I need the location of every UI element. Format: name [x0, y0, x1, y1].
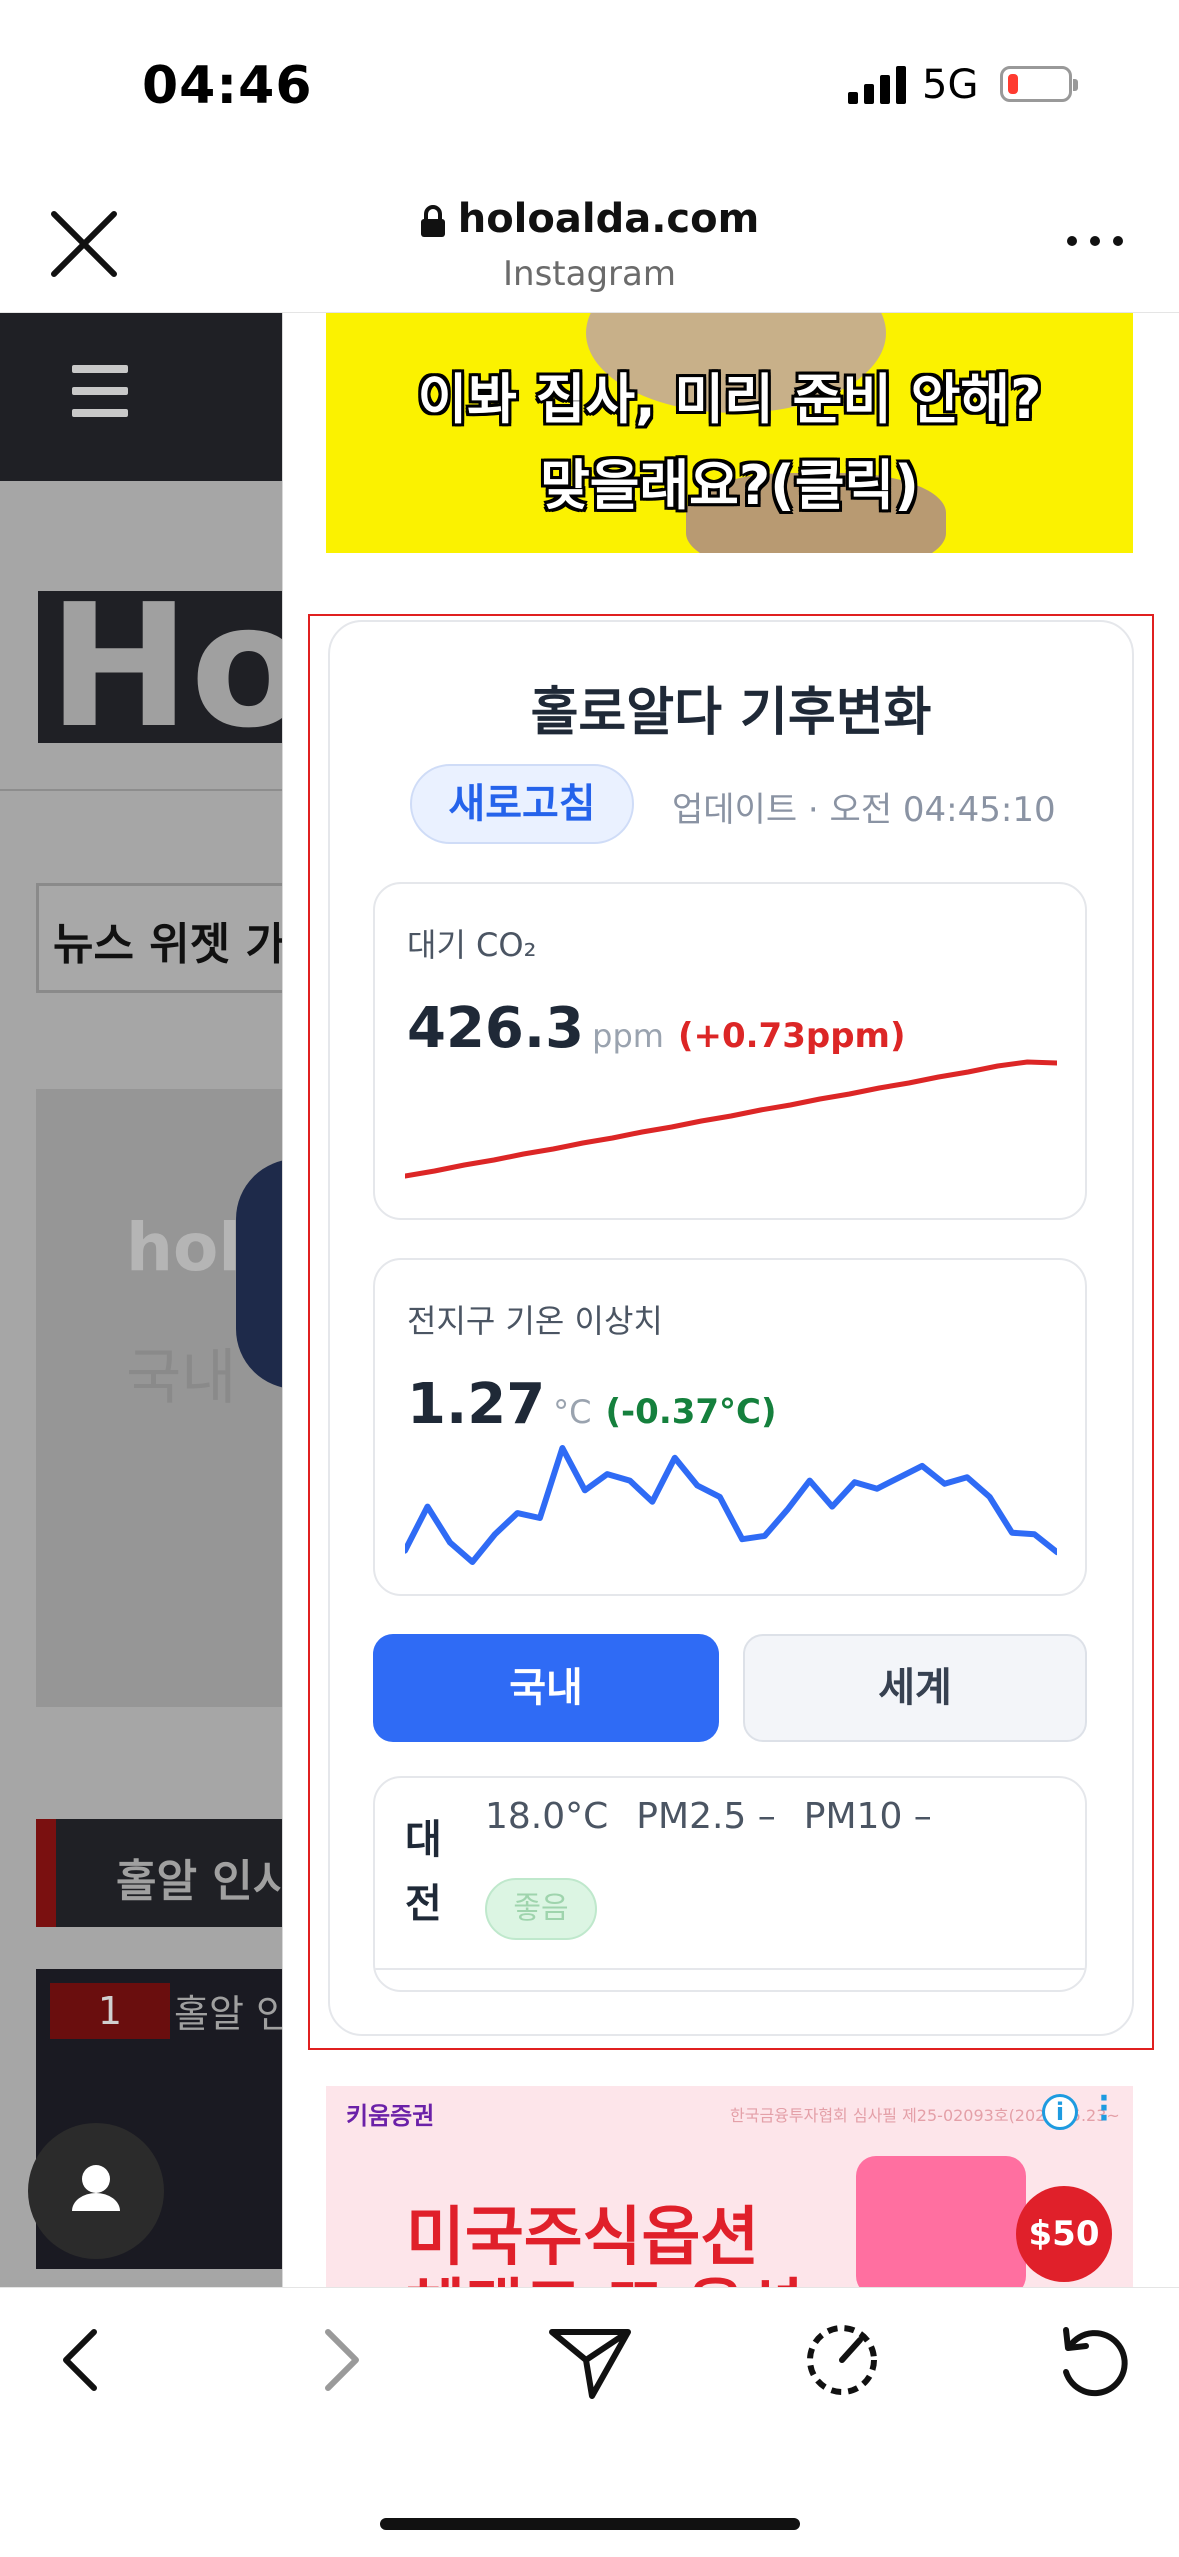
refresh-button[interactable]: 새로고침	[410, 764, 634, 844]
co2-unit: ppm	[592, 1017, 664, 1055]
reload-icon[interactable]	[1044, 2310, 1144, 2410]
site-popular-header: 홀알 인시	[36, 1819, 282, 1927]
co2-sparkline	[405, 1059, 1057, 1179]
forward-icon[interactable]	[288, 2310, 388, 2410]
back-icon[interactable]	[34, 2310, 134, 2410]
co2-sparkline-line	[405, 1059, 1057, 1179]
site-divider	[0, 789, 282, 791]
co2-value: 426.3	[407, 996, 585, 1061]
user-icon[interactable]	[28, 2123, 164, 2259]
share-send-icon[interactable]	[540, 2310, 640, 2410]
panel-edge	[282, 313, 283, 2287]
site-banner-subtitle: 국내	[126, 1343, 237, 1413]
temperature-reading: 1.27 °C (-0.37°C)	[407, 1372, 777, 1437]
more-icon[interactable]	[1060, 226, 1130, 256]
ad-menu-icon[interactable]: · · ·	[1096, 2086, 1112, 2134]
temperature-sparkline	[405, 1445, 1057, 1565]
status-time: 04:46	[142, 56, 313, 116]
city-stats: 18.0°C PM2.5 – PM10 –	[485, 1796, 960, 1837]
widget-title: 홀로알다 기후변화	[530, 683, 932, 743]
cat-ad-banner[interactable]: 이봐 집사, 미리 준비 안해? 맞을래요?(클릭)	[326, 313, 1133, 553]
temperature-delta: (-0.37°C)	[605, 1392, 777, 1432]
ad-badge: $50	[1016, 2186, 1112, 2282]
url-host[interactable]: holoalda.com	[0, 196, 1179, 242]
co2-card: 대기 CO₂ 426.3 ppm (+0.73ppm)	[373, 882, 1087, 1220]
ad-info-icon[interactable]: i	[1042, 2094, 1078, 2130]
signal-icon	[848, 66, 906, 104]
rank-badge: 1	[50, 1983, 170, 2039]
temperature-unit: °C	[553, 1393, 592, 1431]
site-banner: holo 국내	[36, 1089, 282, 1707]
ad-line-1: 이봐 집사, 미리 준비 안해?	[417, 368, 1042, 431]
co2-reading: 426.3 ppm (+0.73ppm)	[407, 996, 906, 1061]
site-popular-title: 홀알 인시	[116, 1856, 282, 1907]
site-topbar	[0, 313, 282, 481]
speed-gauge-icon[interactable]	[792, 2310, 892, 2410]
host-text: holoalda.com	[457, 196, 760, 242]
co2-delta: (+0.73ppm)	[677, 1016, 906, 1056]
site-logo: Hol	[38, 591, 282, 743]
battery-icon	[1000, 66, 1078, 102]
temperature-sparkline-line	[405, 1445, 1057, 1565]
city-divider	[375, 1968, 1085, 1970]
city-pm25: PM2.5 –	[636, 1796, 776, 1837]
city-temperature: 18.0°C	[485, 1796, 609, 1837]
air-quality-badge: 좋음	[485, 1878, 597, 1940]
temperature-value: 1.27	[407, 1372, 546, 1437]
network-type: 5G	[922, 62, 979, 108]
gift-box-image	[856, 2156, 1026, 2287]
tab-world[interactable]: 세계	[743, 1634, 1087, 1742]
co2-label: 대기 CO₂	[407, 926, 537, 964]
home-indicator	[380, 2518, 800, 2530]
ad-headline-2: 혜택도 또 옵션	[406, 2258, 804, 2287]
mascot-image	[236, 1159, 282, 1389]
ad-brand: 키움증권	[346, 2102, 435, 2130]
site-popular-item-title: 홀알 인	[174, 1992, 282, 2036]
temperature-label: 전지구 기온 이상치	[407, 1302, 663, 1340]
site-news-widget-title: 뉴스 위젯 가	[36, 883, 282, 993]
app-subtitle: Instagram	[503, 254, 676, 294]
temperature-card: 전지구 기온 이상치 1.27 °C (-0.37°C)	[373, 1258, 1087, 1596]
city-pm10: PM10 –	[803, 1796, 932, 1837]
brokerage-ad-banner[interactable]: 키움증권 한국금융투자협회 심사필 제25-02093호(2025.05.23~…	[326, 2086, 1133, 2287]
ad-line-2: 맞을래요?(클릭)	[540, 454, 919, 517]
background-site: Hol 뉴스 위젯 가 holo 국내 홀알 인시 1 홀알 인	[0, 313, 282, 2287]
update-timestamp: 업데이트 · 오전 04:45:10	[672, 790, 1056, 830]
hamburger-icon[interactable]	[72, 365, 128, 417]
lock-icon	[420, 205, 445, 237]
city-name: 대전	[405, 1817, 442, 1927]
city-weather-row: 대전 18.0°C PM2.5 – PM10 – 좋음	[373, 1776, 1087, 1992]
tab-domestic[interactable]: 국내	[373, 1634, 719, 1742]
